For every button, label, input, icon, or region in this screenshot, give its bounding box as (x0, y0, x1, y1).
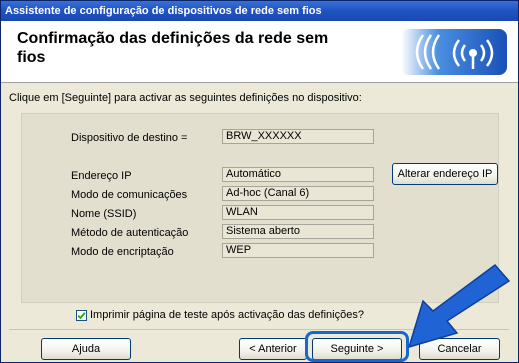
auth-method-value: Sistema aberto (222, 224, 374, 239)
window-title-bar: Assistente de configuração de dispositiv… (1, 1, 518, 21)
back-button[interactable]: < Anterior (239, 338, 307, 360)
auth-method-label: Método de autenticação (71, 227, 189, 239)
help-button[interactable]: Ajuda (41, 338, 131, 360)
print-test-label: Imprimir página de teste após activação … (90, 309, 364, 321)
encryption-mode-value: WEP (222, 243, 374, 258)
destination-label: Dispositivo de destino = (71, 132, 188, 144)
next-button-highlight (305, 331, 409, 362)
print-test-checkbox[interactable] (76, 310, 87, 321)
page-title: Confirmação das definições da rede sem f… (17, 30, 329, 66)
arrow-pointer-icon (407, 263, 511, 349)
comm-mode-value: Ad-hoc (Canal 6) (222, 186, 374, 201)
ip-address-label: Endereço IP (71, 170, 132, 182)
ssid-label: Nome (SSID) (71, 208, 137, 220)
change-ip-button[interactable]: Alterar endereço IP (392, 163, 498, 185)
comm-mode-label: Modo de comunicações (71, 189, 188, 201)
ssid-value: WLAN (222, 205, 374, 220)
wireless-signal-logo-icon (401, 29, 507, 75)
wizard-header: Confirmação das definições da rede sem f… (1, 21, 518, 83)
wizard-window: Assistente de configuração de dispositiv… (0, 0, 519, 363)
instruction-text: Clique em [Seguinte] para activar as seg… (9, 92, 362, 104)
checkmark-icon (77, 312, 86, 320)
ip-address-value: Automático (222, 167, 374, 182)
destination-value: BRW_XXXXXX (222, 129, 374, 144)
encryption-mode-label: Modo de encriptação (71, 246, 174, 258)
